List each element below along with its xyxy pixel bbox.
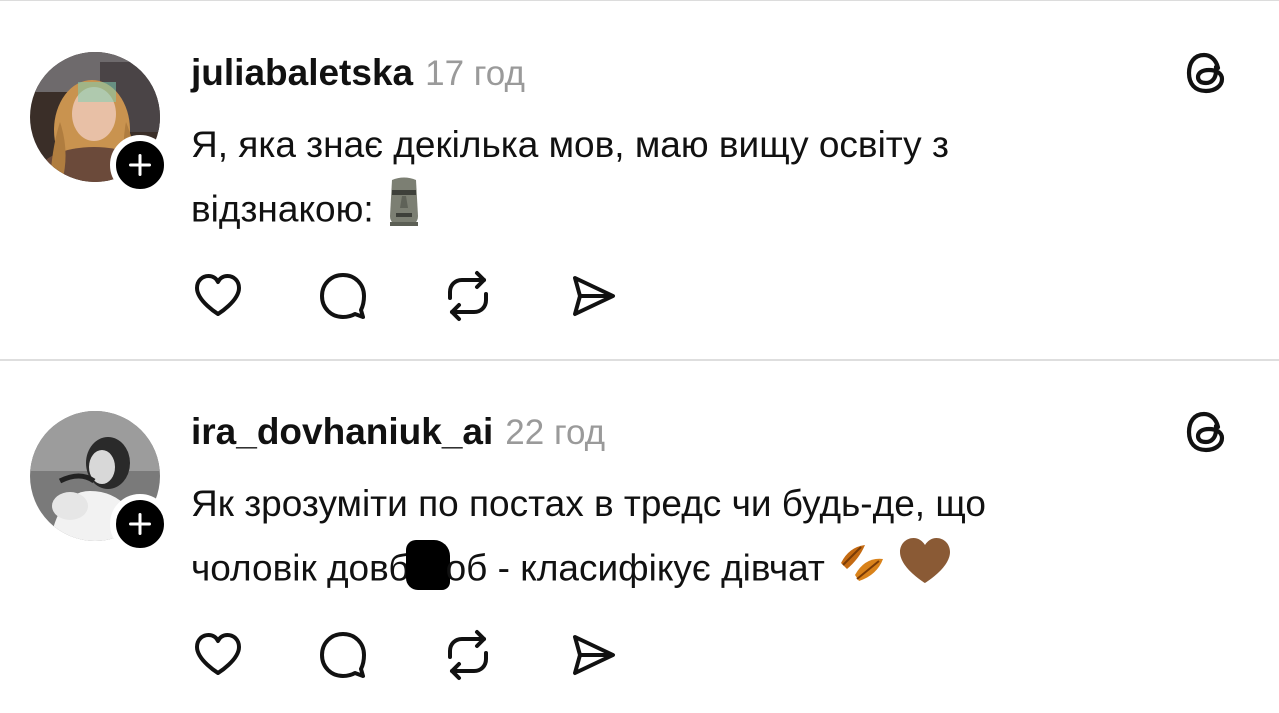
post-text-segment: об - класифікує дівчат [445,547,825,589]
plus-icon [129,513,151,535]
repost-button[interactable] [442,270,494,322]
like-button[interactable] [192,270,244,322]
share-button[interactable] [567,629,619,681]
fallen-leaf-emoji-icon [835,535,887,606]
brown-heart-emoji-icon [897,535,953,606]
username[interactable]: ira_dovhaniuk_ai [191,411,493,453]
timestamp[interactable]: 17 год [425,54,525,94]
post-actions [192,270,692,322]
like-button[interactable] [192,629,244,681]
repost-icon [448,630,488,680]
post-actions [192,629,692,681]
heart-icon [195,633,241,675]
post-text-segment: відзнакою: [191,188,374,230]
comment-icon [320,632,366,678]
post-text-line: Я, яка знає декілька мов, маю вищу освіт… [191,124,949,165]
reply-button[interactable] [317,270,369,322]
heart-icon [195,274,241,316]
threads-logo-icon[interactable] [1182,407,1232,457]
post-ira-dovhaniuk-ai[interactable]: ira_dovhaniuk_ai 22 год Як зрозуміти по … [0,361,1279,713]
username[interactable]: juliabaletska [191,52,413,94]
redaction-mark [405,540,450,591]
post-text: Як зрозуміти по постах в тредс чи будь-д… [191,473,1231,606]
post-text: Я, яка знає декілька мов, маю вищу освіт… [191,114,1231,247]
post-header: ira_dovhaniuk_ai 22 год [191,411,605,457]
plus-icon [129,154,151,176]
comment-icon [320,273,366,319]
follow-button[interactable] [110,135,170,195]
top-divider [0,0,1279,1]
share-icon [573,276,615,316]
timestamp[interactable]: 22 год [505,413,605,453]
moai-emoji-icon [384,176,424,247]
repost-button[interactable] [442,629,494,681]
post-header: juliabaletska 17 год [191,52,525,98]
post-juliabaletska[interactable]: juliabaletska 17 год Я, яка знає декільк… [0,2,1279,360]
reply-button[interactable] [317,629,369,681]
share-button[interactable] [567,270,619,322]
threads-feed: juliabaletska 17 год Я, яка знає декільк… [0,0,1279,713]
post-text-line: чоловік довб об - класифікує дівчат [191,535,1231,606]
share-icon [573,635,615,675]
post-text-line: Як зрозуміти по постах в тредс чи будь-д… [191,483,986,524]
follow-button[interactable] [110,494,170,554]
post-text-line: відзнакою: [191,176,1231,247]
post-text-segment: чоловік довб [191,547,410,589]
repost-icon [448,271,488,321]
threads-logo-icon[interactable] [1182,48,1232,98]
